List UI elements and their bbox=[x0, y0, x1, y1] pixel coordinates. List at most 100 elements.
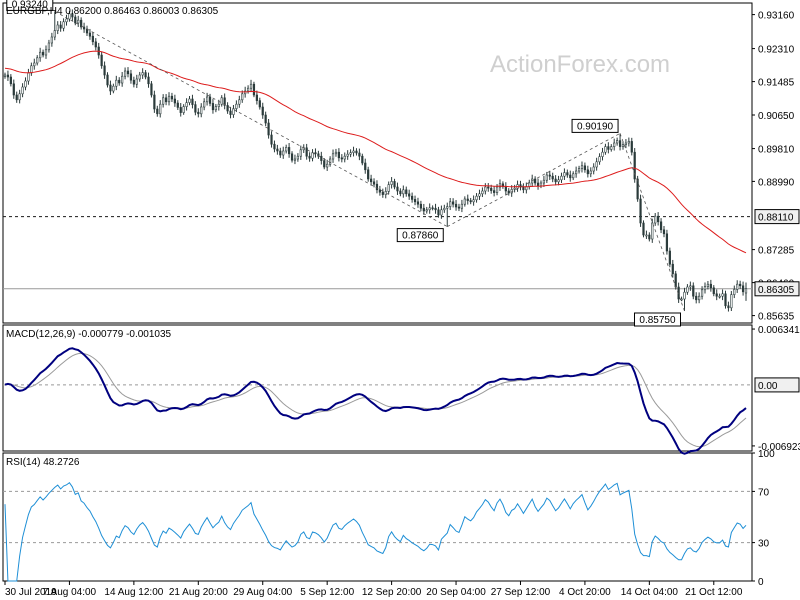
candle-body bbox=[557, 179, 560, 183]
candle-body bbox=[636, 178, 639, 200]
candle-body bbox=[211, 103, 215, 111]
candle-body bbox=[364, 162, 367, 171]
candle-body bbox=[416, 201, 420, 205]
x-tick-label: 21 Oct 12:00 bbox=[685, 587, 743, 598]
candle-body bbox=[607, 146, 610, 150]
candle-body bbox=[270, 134, 273, 145]
candle-body bbox=[352, 150, 355, 153]
swing-label: 0.85750 bbox=[639, 315, 676, 326]
candle-body bbox=[276, 148, 279, 152]
candle-body bbox=[621, 144, 625, 147]
candle-body bbox=[504, 186, 507, 192]
candle-body bbox=[109, 84, 112, 92]
candle-body bbox=[592, 166, 595, 172]
candle-body bbox=[563, 172, 566, 177]
price-tick-label: 0.90650 bbox=[758, 111, 795, 122]
candle-body bbox=[595, 161, 598, 168]
candle-body bbox=[739, 283, 742, 287]
candle-body bbox=[153, 94, 156, 110]
price-tick-label: 0.91485 bbox=[758, 78, 795, 89]
candle-body bbox=[610, 146, 613, 150]
candle-body bbox=[560, 175, 563, 181]
forex-chart: ActionForex.com 0.93160 0.92310 0.91485 0.90… bbox=[2, 0, 800, 598]
x-tick-label: 12 Sep 20:00 bbox=[362, 587, 422, 598]
candle-body bbox=[733, 289, 736, 295]
candle-body bbox=[323, 160, 326, 168]
candle-body bbox=[651, 222, 654, 240]
candle-body bbox=[639, 198, 642, 224]
candle-body bbox=[346, 153, 349, 157]
candle-body bbox=[454, 203, 458, 208]
candle-body bbox=[715, 293, 718, 297]
candle-body bbox=[53, 30, 56, 38]
candle-body bbox=[665, 233, 669, 252]
candle-body bbox=[586, 169, 589, 175]
candle-body bbox=[487, 186, 490, 189]
x-tick-label: 7 Aug 04:00 bbox=[43, 587, 97, 598]
candle-body bbox=[408, 193, 411, 197]
candle-body bbox=[375, 183, 379, 191]
candle-body bbox=[264, 114, 267, 124]
candle-body bbox=[261, 106, 264, 116]
candle-body bbox=[428, 207, 431, 211]
price-tick-label: 0.86305 bbox=[758, 285, 795, 296]
candle-body bbox=[598, 156, 601, 163]
candle-body bbox=[33, 62, 36, 67]
candle-body bbox=[188, 98, 191, 103]
candle-body bbox=[282, 150, 285, 156]
candle-body bbox=[185, 102, 188, 107]
candle-body bbox=[94, 41, 97, 48]
candle-body bbox=[121, 75, 124, 84]
x-tick-label: 27 Sep 12:00 bbox=[491, 587, 551, 598]
candle-body bbox=[77, 19, 80, 24]
rsi-tick-label: 0 bbox=[758, 577, 764, 588]
candle-body bbox=[569, 174, 572, 179]
candle-body bbox=[24, 80, 27, 88]
x-tick-label: 14 Aug 12:00 bbox=[104, 587, 163, 598]
candle-body bbox=[390, 181, 393, 185]
candle-body bbox=[671, 263, 674, 275]
candle-body bbox=[437, 209, 440, 216]
candle-body bbox=[30, 65, 33, 74]
candle-body bbox=[156, 108, 159, 115]
candle-body bbox=[645, 234, 648, 237]
candle-body bbox=[205, 96, 209, 103]
candle-body bbox=[648, 234, 651, 240]
candle-body bbox=[718, 295, 721, 298]
candle-body bbox=[12, 83, 15, 96]
candle-body bbox=[493, 190, 496, 193]
x-tick-label: 14 Oct 04:00 bbox=[621, 587, 679, 598]
candle-body bbox=[308, 155, 311, 159]
candle-body bbox=[425, 209, 428, 212]
candle-body bbox=[337, 151, 340, 159]
x-tick-label: 5 Sep 12:00 bbox=[300, 587, 354, 598]
candle-body bbox=[36, 57, 39, 64]
candle-body bbox=[539, 182, 543, 187]
watermark: ActionForex.com bbox=[490, 51, 670, 78]
price-tick-label: 0.89810 bbox=[758, 145, 795, 156]
candle-body bbox=[744, 288, 748, 294]
candle-body bbox=[164, 97, 168, 103]
x-tick-label: 29 Aug 04:00 bbox=[233, 587, 292, 598]
candle-body bbox=[589, 170, 592, 175]
candle-body bbox=[229, 110, 232, 115]
candle-body bbox=[695, 295, 698, 301]
candle-body bbox=[343, 155, 346, 160]
candle-body bbox=[150, 83, 153, 96]
candle-body bbox=[167, 95, 171, 103]
candle-body bbox=[191, 98, 194, 105]
candle-body bbox=[513, 187, 516, 190]
swing-label: 0.90190 bbox=[577, 121, 614, 132]
candle-body bbox=[741, 285, 745, 293]
candle-body bbox=[217, 103, 220, 107]
rsi-title: RSI(14) 48.2726 bbox=[6, 457, 80, 468]
candle-body bbox=[135, 78, 138, 85]
candle-body bbox=[580, 165, 584, 169]
candle-body bbox=[241, 93, 244, 101]
candle-body bbox=[74, 16, 77, 24]
candle-body bbox=[249, 83, 253, 89]
candle-body bbox=[39, 51, 42, 59]
price-tick-label: 0.85635 bbox=[758, 312, 795, 323]
candle-body bbox=[402, 189, 405, 195]
candle-body bbox=[126, 70, 130, 75]
